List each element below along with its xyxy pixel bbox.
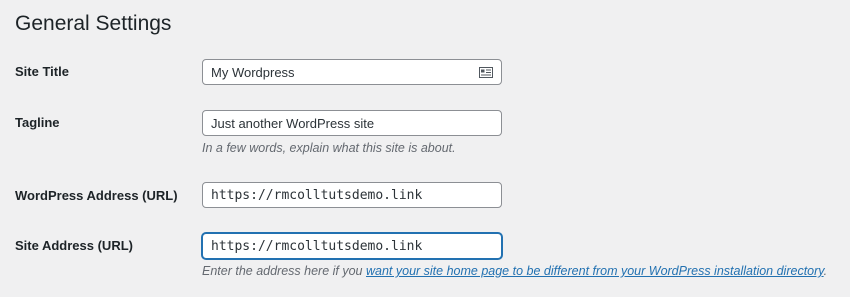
- site-title-input[interactable]: My Wordpress: [202, 59, 502, 85]
- tagline-description: In a few words, explain what this site i…: [202, 141, 456, 155]
- wordpress-address-input[interactable]: https://rmcolltutsdemo.link: [202, 182, 502, 208]
- site-title-label: Site Title: [15, 64, 69, 79]
- site-address-value: https://rmcolltutsdemo.link: [211, 238, 423, 254]
- general-settings-page: General Settings Site Title My Wordpress…: [0, 0, 850, 297]
- site-address-description-prefix: Enter the address here if you: [202, 264, 366, 278]
- site-address-description: Enter the address here if you want your …: [202, 263, 827, 279]
- site-address-input[interactable]: https://rmcolltutsdemo.link: [202, 233, 502, 259]
- wordpress-address-label: WordPress Address (URL): [15, 188, 178, 203]
- wordpress-address-value: https://rmcolltutsdemo.link: [211, 187, 423, 203]
- contact-card-icon[interactable]: [479, 66, 493, 78]
- site-title-value: My Wordpress: [211, 64, 295, 80]
- tagline-input[interactable]: Just another WordPress site: [202, 110, 502, 136]
- page-title: General Settings: [15, 12, 172, 35]
- tagline-value: Just another WordPress site: [211, 115, 375, 131]
- site-address-help-link[interactable]: want your site home page to be different…: [366, 264, 824, 278]
- site-address-description-suffix: .: [823, 264, 828, 278]
- tagline-label: Tagline: [15, 115, 60, 130]
- site-address-label: Site Address (URL): [15, 238, 133, 253]
